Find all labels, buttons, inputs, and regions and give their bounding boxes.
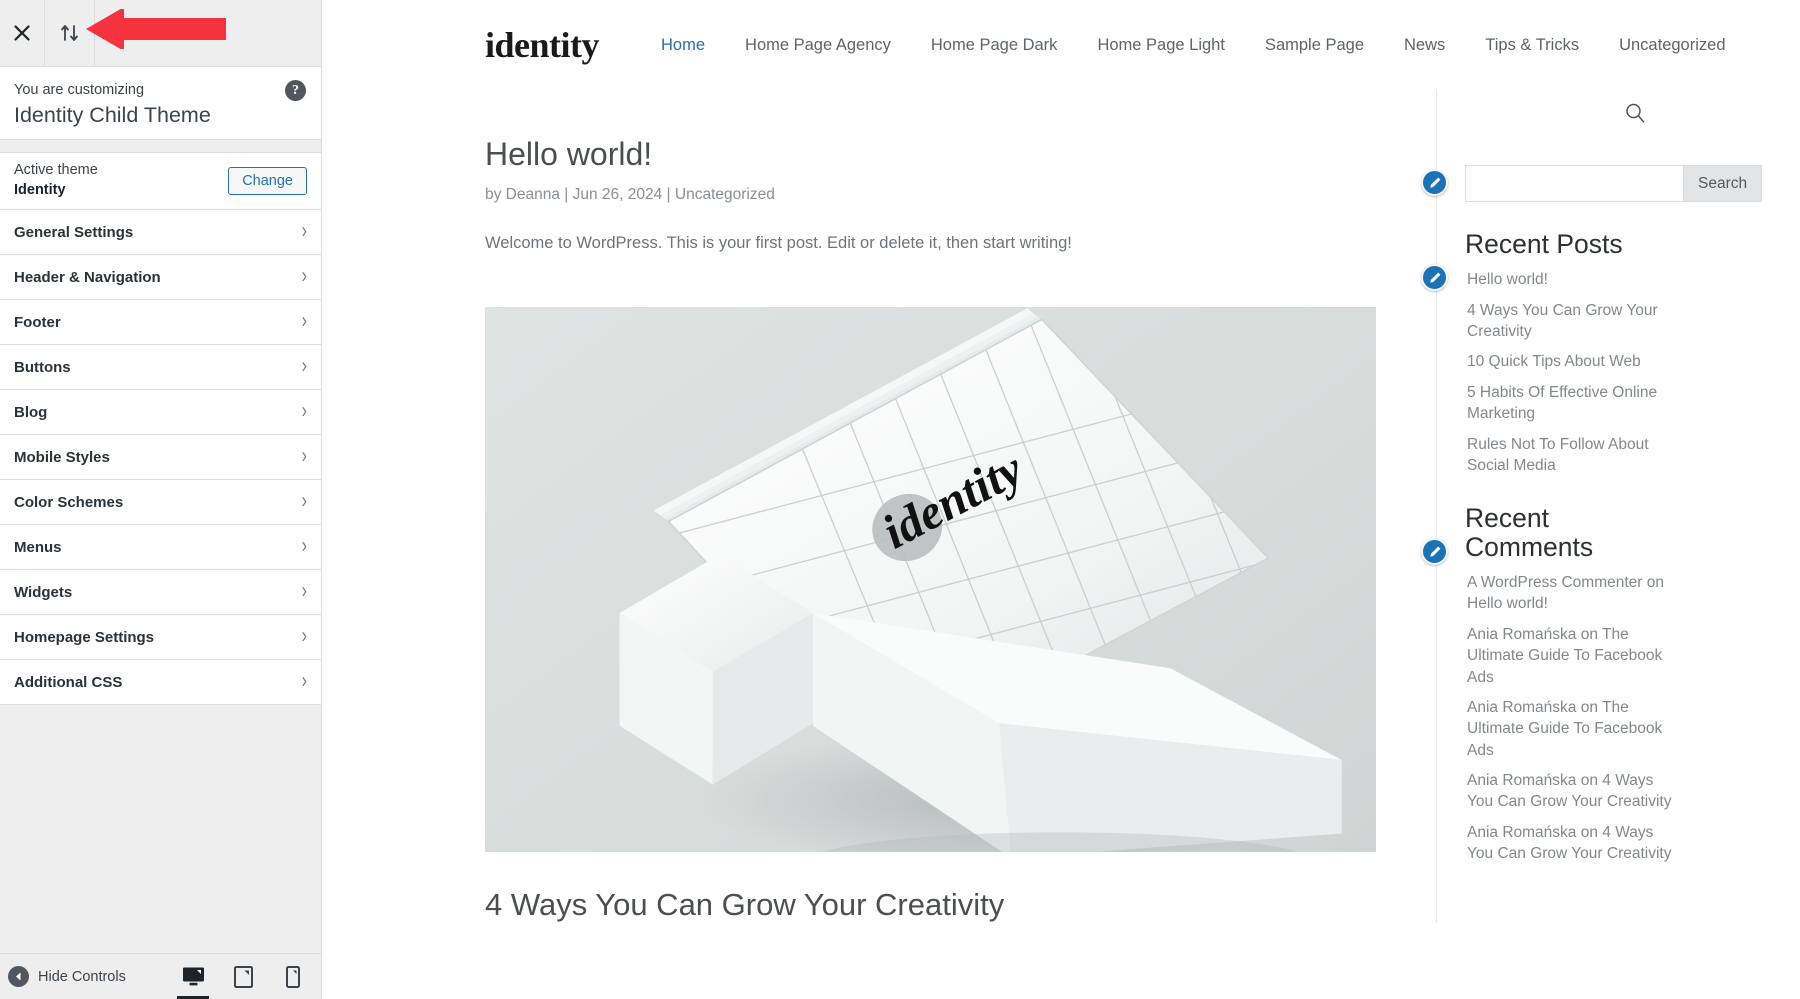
list-item[interactable]: Hello world! (1465, 269, 1674, 290)
sidebar-item-label: General Settings (14, 223, 134, 241)
chevron-right-icon: › (301, 264, 307, 289)
edit-pencil-icon[interactable] (1421, 169, 1448, 196)
sidebar-item-label: Mobile Styles (14, 448, 110, 466)
site-header: identity Home Home Page Agency Home Page… (322, 0, 1800, 90)
customizer-screen: You are customizing Identity Child Theme… (0, 0, 1800, 999)
recent-comments-widget: Recent Comments A WordPress Commenter on… (1421, 503, 1674, 865)
theme-name: Identity Child Theme (14, 102, 211, 127)
post-paragraph: Welcome to WordPress. This is your first… (485, 234, 1072, 252)
list-item[interactable]: A WordPress Commenter on Hello world! (1465, 572, 1674, 615)
active-theme-label: Active theme (14, 162, 98, 179)
chevron-right-icon: › (301, 444, 307, 469)
nav-item-tips-tricks[interactable]: Tips & Tricks (1465, 36, 1599, 55)
panel-divider (0, 140, 321, 153)
customizer-bottom-bar: Hide Controls (0, 953, 321, 999)
list-item[interactable]: Ania Romańska on The Ultimate Guide To F… (1465, 697, 1674, 761)
nav-item-home-page-dark[interactable]: Home Page Dark (911, 36, 1078, 55)
sidebar-item-footer[interactable]: Footer › (0, 300, 321, 345)
sidebar-item-label: Additional CSS (14, 673, 123, 691)
recent-posts-widget: Recent Posts Hello world! 4 Ways You Can… (1421, 229, 1674, 476)
list-item[interactable]: 10 Quick Tips About Web (1465, 351, 1674, 372)
search-submit-button[interactable]: Search (1683, 165, 1763, 202)
sidebar-item-blog[interactable]: Blog › (0, 390, 321, 435)
list-item[interactable]: Ania Romańska on 4 Ways You Can Grow You… (1465, 822, 1674, 865)
sidebar-item-menus[interactable]: Menus › (0, 525, 321, 570)
hide-controls-label: Hide Controls (38, 968, 126, 985)
sidebar-item-color-schemes[interactable]: Color Schemes › (0, 480, 321, 525)
collapse-sort-icon[interactable] (45, 0, 95, 66)
close-icon[interactable] (0, 0, 45, 66)
desktop-preview-button[interactable] (175, 954, 211, 999)
customizer-sections: General Settings › Header & Navigation ›… (0, 210, 321, 705)
primary-navigation: Home Home Page Agency Home Page Dark Hom… (641, 36, 1745, 55)
customizing-label: You are customizing (14, 82, 145, 98)
device-preview-group (175, 954, 311, 999)
recent-posts-title: Recent Posts (1465, 229, 1623, 259)
customizer-panel: You are customizing Identity Child Theme… (0, 0, 322, 999)
search-input[interactable] (1465, 165, 1683, 202)
featured-image: identity (485, 306, 1376, 852)
chevron-right-icon: › (301, 624, 307, 649)
nav-item-news[interactable]: News (1384, 36, 1465, 55)
hide-controls-button[interactable]: Hide Controls (8, 966, 126, 987)
recent-posts-list: Hello world! 4 Ways You Can Grow Your Cr… (1465, 269, 1674, 476)
chevron-right-icon: › (301, 354, 307, 379)
post-content-column: Hello world! by Deanna | Jun 26, 2024 | … (322, 90, 1436, 923)
help-icon[interactable]: ? (285, 80, 306, 101)
nav-item-home-page-agency[interactable]: Home Page Agency (725, 36, 911, 55)
recent-comments-title: Recent Comments (1465, 503, 1594, 562)
nav-item-uncategorized[interactable]: Uncategorized (1599, 36, 1745, 55)
customizer-title-block: You are customizing Identity Child Theme… (0, 67, 321, 140)
recent-comments-list: A WordPress Commenter on Hello world! An… (1465, 572, 1674, 865)
search-widget: Search (1421, 165, 1763, 202)
sidebar-item-mobile-styles[interactable]: Mobile Styles › (0, 435, 321, 480)
collapse-left-arrow-icon (8, 966, 29, 987)
mobile-preview-button[interactable] (275, 954, 311, 999)
chevron-right-icon: › (301, 669, 307, 694)
list-item[interactable]: 5 Habits Of Effective Online Marketing (1465, 382, 1674, 425)
sidebar-item-label: Widgets (14, 583, 73, 601)
preview-body: Hello world! by Deanna | Jun 26, 2024 | … (322, 90, 1800, 923)
chevron-right-icon: › (301, 219, 307, 244)
tablet-preview-button[interactable] (225, 954, 261, 999)
chevron-right-icon: › (301, 579, 307, 604)
sidebar-item-label: Footer (14, 313, 61, 331)
sidebar-item-label: Color Schemes (14, 493, 124, 511)
page-title: Hello world! (485, 136, 653, 172)
active-theme-name: Identity (14, 182, 66, 198)
chevron-right-icon: › (301, 309, 307, 334)
search-icon[interactable] (1624, 102, 1646, 129)
chevron-right-icon: › (301, 489, 307, 514)
sidebar-item-buttons[interactable]: Buttons › (0, 345, 321, 390)
list-item[interactable]: 4 Ways You Can Grow Your Creativity (1465, 300, 1674, 343)
site-logo[interactable]: identity (485, 24, 600, 66)
sidebar-item-label: Blog (14, 403, 48, 421)
sidebar-item-homepage-settings[interactable]: Homepage Settings › (0, 615, 321, 660)
sidebar-item-header-navigation[interactable]: Header & Navigation › (0, 255, 321, 300)
list-item[interactable]: Ania Romańska on The Ultimate Guide To F… (1465, 624, 1674, 688)
list-item[interactable]: Rules Not To Follow About Social Media (1465, 434, 1674, 477)
nav-item-sample-page[interactable]: Sample Page (1245, 36, 1384, 55)
nav-item-home[interactable]: Home (641, 36, 725, 55)
chevron-right-icon: › (301, 534, 307, 559)
edit-pencil-icon[interactable] (1421, 264, 1448, 291)
sidebar-item-label: Buttons (14, 358, 71, 376)
edit-pencil-icon[interactable] (1421, 538, 1448, 566)
site-sidebar: Search Recent Posts Hello world! 4 Ways … (1421, 90, 1763, 923)
nav-item-home-page-light[interactable]: Home Page Light (1077, 36, 1245, 55)
change-theme-button[interactable]: Change (228, 167, 307, 195)
sidebar-item-label: Header & Navigation (14, 268, 161, 286)
active-theme-row: Active theme Identity Change (0, 153, 321, 210)
sidebar-item-additional-css[interactable]: Additional CSS › (0, 660, 321, 705)
chevron-right-icon: › (301, 399, 307, 424)
next-post-title[interactable]: 4 Ways You Can Grow Your Creativity (485, 887, 1376, 923)
sidebar-item-general-settings[interactable]: General Settings › (0, 210, 321, 255)
sidebar-item-label: Homepage Settings (14, 628, 155, 646)
sidebar-item-widgets[interactable]: Widgets › (0, 570, 321, 615)
list-item[interactable]: Ania Romańska on 4 Ways You Can Grow You… (1465, 770, 1674, 813)
site-preview: identity Home Home Page Agency Home Page… (322, 0, 1800, 999)
sidebar-item-label: Menus (14, 538, 62, 556)
post-meta: by Deanna | Jun 26, 2024 | Uncategorized (485, 186, 775, 203)
customizer-topbar (0, 0, 321, 67)
